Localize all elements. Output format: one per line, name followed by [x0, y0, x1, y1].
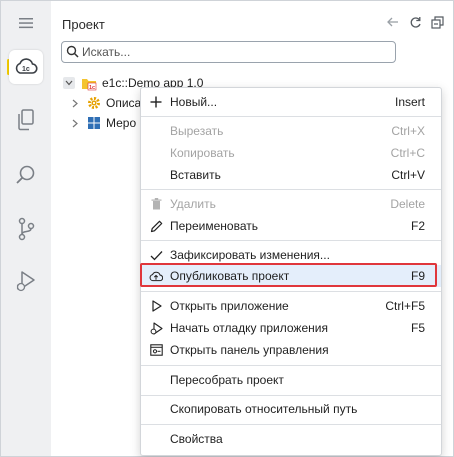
- tree-item-label: Меро: [106, 116, 137, 130]
- menu-item-shortcut: F5: [410, 321, 425, 335]
- cloud-upload-icon: [149, 269, 163, 283]
- menu-item-label: Новый...: [170, 95, 218, 109]
- menu-item-shortcut: Delete: [390, 197, 425, 211]
- menu-item-delete[interactable]: Удалить Delete: [141, 193, 441, 215]
- menu-separator: [141, 365, 441, 366]
- ide-window: 1c Проект Искать... 1c e1c::Demo app 1.0…: [0, 0, 454, 457]
- menu-item-properties[interactable]: Свойства: [141, 428, 441, 450]
- panel-title: Проект: [62, 17, 105, 32]
- menu-item-shortcut: Insert: [394, 95, 425, 109]
- svg-text:1c: 1c: [89, 85, 95, 91]
- menu-item-publish-project[interactable]: Опубликовать проект F9: [141, 265, 441, 287]
- panel-toolbar: [385, 14, 445, 30]
- menu-separator: [141, 424, 441, 425]
- menu-item-copy-relative-path[interactable]: Скопировать относительный путь: [141, 398, 441, 420]
- menu-item-open-control-panel[interactable]: Открыть панель управления: [141, 339, 441, 361]
- search-icon: [66, 45, 79, 61]
- menu-item-cut[interactable]: Вырезать Ctrl+X: [141, 120, 441, 142]
- menu-item-paste[interactable]: Вставить Ctrl+V: [141, 164, 441, 186]
- menu-separator: [141, 240, 441, 241]
- project-icon: 1c: [81, 76, 97, 91]
- menu-item-label: Открыть приложение: [170, 299, 289, 313]
- menu-item-label: Переименовать: [170, 219, 258, 233]
- menu-item-label: Опубликовать проект: [170, 269, 290, 283]
- plus-icon: [149, 95, 163, 109]
- menu-separator: [141, 189, 441, 190]
- menu-item-shortcut: F9: [410, 269, 425, 283]
- menu-item-label: Вставить: [170, 168, 221, 182]
- grid-icon: [87, 116, 101, 130]
- chevron-right-icon[interactable]: [69, 117, 81, 129]
- menu-item-shortcut: Ctrl+X: [391, 124, 425, 138]
- debug-play-icon: [149, 321, 163, 335]
- menu-item-label: Открыть панель управления: [170, 343, 329, 357]
- back-arrow-icon[interactable]: [385, 14, 401, 30]
- menu-item-shortcut: Ctrl+F5: [385, 299, 425, 313]
- control-panel-icon: [149, 343, 163, 357]
- menu-item-shortcut: F2: [410, 219, 425, 233]
- hamburger-icon[interactable]: [9, 6, 43, 40]
- tree-item[interactable]: Меро: [69, 114, 136, 132]
- menu-item-label: Копировать: [170, 146, 235, 160]
- search-box: [61, 41, 396, 63]
- activity-bar: 1c: [1, 1, 51, 456]
- menu-item-label: Зафиксировать изменения...: [170, 248, 330, 262]
- play-icon: [149, 299, 163, 313]
- menu-separator: [141, 291, 441, 292]
- source-control-icon[interactable]: [9, 212, 43, 246]
- context-menu: Новый... Insert Вырезать Ctrl+X Копирова…: [140, 87, 442, 456]
- menu-separator: [141, 395, 441, 396]
- menu-item-label: Удалить: [170, 197, 216, 211]
- menu-item-label: Свойства: [170, 432, 223, 446]
- search-icon[interactable]: [9, 158, 43, 192]
- menu-item-start-debug[interactable]: Начать отладку приложения F5: [141, 317, 441, 339]
- menu-item-label: Вырезать: [170, 124, 224, 138]
- menu-item-label: Пересобрать проект: [170, 373, 284, 387]
- menu-item-copy[interactable]: Копировать Ctrl+C: [141, 142, 441, 164]
- menu-item-new[interactable]: Новый... Insert: [141, 91, 441, 113]
- cloud-1c-icon[interactable]: 1c: [9, 50, 43, 84]
- files-icon[interactable]: [9, 103, 43, 137]
- menu-item-label: Скопировать относительный путь: [170, 402, 358, 416]
- trash-icon: [149, 197, 163, 211]
- chevron-right-icon[interactable]: [69, 97, 81, 109]
- menu-item-rebuild-project[interactable]: Пересобрать проект: [141, 369, 441, 391]
- pencil-icon: [149, 219, 163, 233]
- menu-item-rename[interactable]: Переименовать F2: [141, 215, 441, 237]
- tree-item-label: Описа: [106, 96, 142, 110]
- menu-item-shortcut: Ctrl+V: [391, 168, 425, 182]
- check-icon: [149, 248, 163, 262]
- search-input[interactable]: [82, 43, 382, 60]
- run-debug-icon[interactable]: [9, 264, 43, 298]
- menu-item-label: Начать отладку приложения: [170, 321, 328, 335]
- tree-item[interactable]: Описа: [69, 94, 141, 112]
- svg-text:1c: 1c: [22, 66, 30, 73]
- gear-icon: [87, 96, 101, 110]
- menu-item-commit[interactable]: Зафиксировать изменения...: [141, 244, 441, 266]
- collapse-all-icon[interactable]: [429, 14, 445, 30]
- menu-item-shortcut: Ctrl+C: [390, 146, 425, 160]
- chevron-down-icon[interactable]: [63, 77, 75, 89]
- menu-item-open-app[interactable]: Открыть приложение Ctrl+F5: [141, 295, 441, 317]
- refresh-icon[interactable]: [407, 14, 423, 30]
- menu-separator: [141, 116, 441, 117]
